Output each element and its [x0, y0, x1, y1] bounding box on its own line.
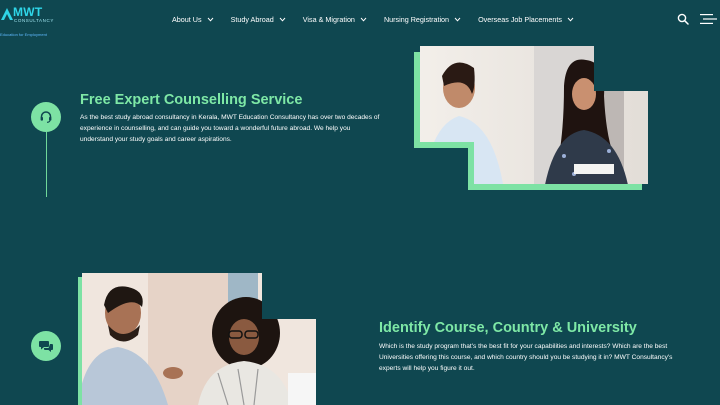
search-icon[interactable]	[677, 13, 689, 25]
section-body-counselling: As the best study abroad consultancy in …	[80, 114, 380, 143]
brand-sub: CONSULTANCY	[14, 18, 54, 23]
nav-item-nursing-registration[interactable]: Nursing Registration	[384, 13, 461, 25]
hamburger-menu-icon[interactable]	[700, 13, 717, 25]
logo-mark-icon	[1, 8, 13, 20]
brand-name: MWT	[13, 5, 43, 19]
nav-item-about-us[interactable]: About Us	[172, 13, 214, 25]
brand-logo[interactable]: MWT CONSULTANCY Education for Employment	[0, 2, 60, 38]
chat-bubbles-icon	[38, 341, 53, 352]
section-title-counselling: Free Expert Counselling Service	[80, 92, 303, 108]
main-nav: About Us Study Abroad Visa & Migration N…	[172, 13, 591, 25]
counselling-step-icon-badge	[31, 102, 61, 132]
site-header: MWT CONSULTANCY Education for Employment…	[0, 0, 720, 40]
nav-item-label: Study Abroad	[230, 14, 274, 24]
course-selection-photo	[78, 273, 316, 405]
counselling-photo	[414, 46, 648, 190]
nav-item-label: About Us	[172, 14, 202, 24]
nav-item-label: Visa & Migration	[302, 14, 355, 24]
chevron-down-icon	[360, 17, 367, 22]
chevron-down-icon	[279, 17, 286, 22]
chevron-down-icon	[207, 17, 213, 22]
nav-item-study-abroad[interactable]: Study Abroad	[231, 13, 286, 25]
chevron-down-icon	[454, 17, 461, 22]
section-title-course: Identify Course, Country & University	[379, 320, 637, 336]
nav-item-visa-migration[interactable]: Visa & Migration	[303, 13, 367, 25]
brand-tagline: Education for Employment	[0, 32, 47, 37]
step-connector-line	[46, 132, 47, 197]
headset-icon	[40, 111, 52, 123]
course-step-icon-badge	[31, 331, 61, 361]
nav-item-label: Nursing Registration	[383, 14, 450, 24]
section-body-course: Which is the study program that's the be…	[379, 343, 673, 372]
nav-item-overseas-job-placements[interactable]: Overseas Job Placements	[478, 13, 574, 25]
chevron-down-icon	[567, 17, 574, 22]
nav-item-label: Overseas Job Placements	[478, 14, 562, 24]
